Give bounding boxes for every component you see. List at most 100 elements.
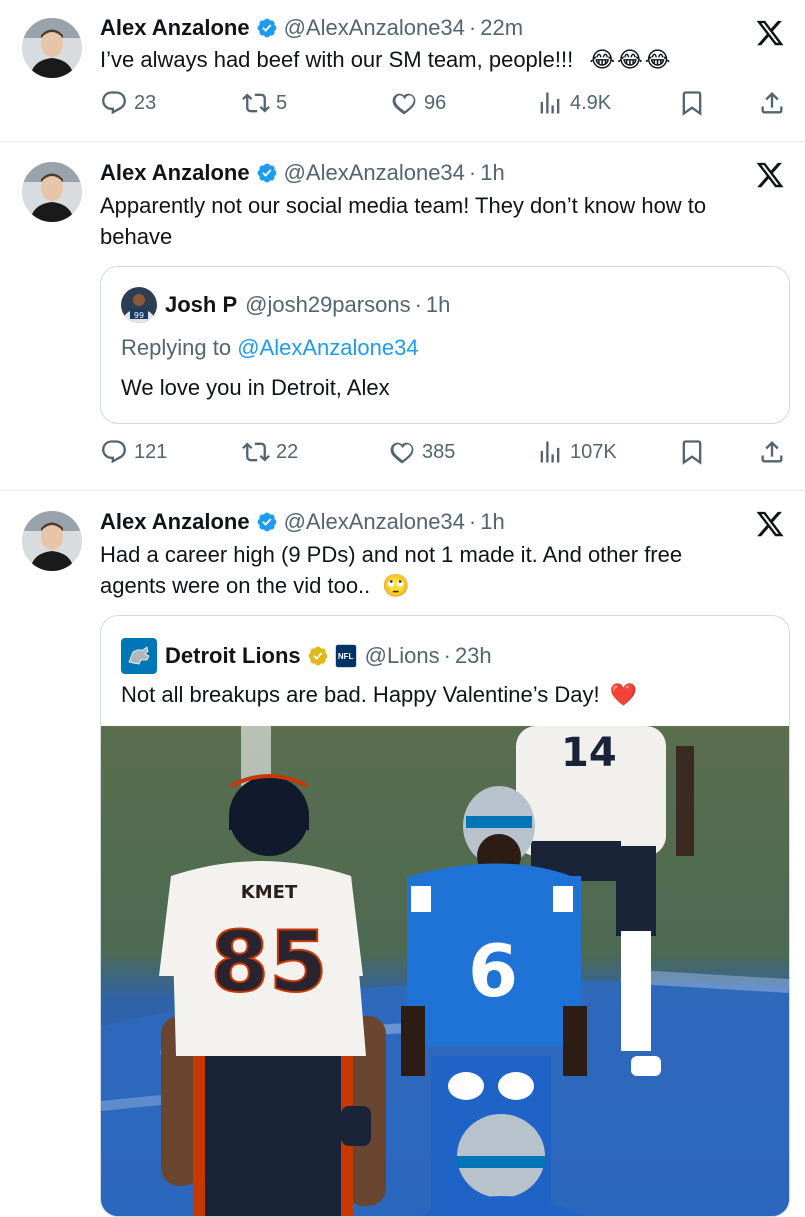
repost-count: 22 (276, 440, 299, 463)
like-count: 385 (422, 440, 456, 463)
reply-button[interactable]: 23 (100, 88, 156, 118)
avatar[interactable] (22, 162, 82, 222)
chicago-jersey-number: 85 (211, 913, 328, 1011)
share-icon (761, 92, 783, 114)
author-name[interactable]: Alex Anzalone (100, 508, 250, 536)
verified-badge-icon (257, 512, 276, 532)
replying-label: Replying to (121, 335, 232, 360)
tweet-2[interactable]: Alex Anzalone @AlexAnzalone34 · 1h Appar… (0, 142, 805, 490)
views-button[interactable]: 107K (536, 437, 617, 467)
detroit-jersey-number: 6 (468, 929, 518, 1013)
timestamp[interactable]: 1h (480, 159, 504, 187)
separator-dot: · (468, 160, 477, 185)
tweet-text-line: Apparently not our social media team! Th… (100, 193, 707, 218)
author-handle[interactable]: @AlexAnzalone34 (284, 159, 465, 187)
replying-to: Replying to @AlexAnzalone34 (121, 333, 419, 363)
author-name[interactable]: Alex Anzalone (100, 14, 250, 42)
tweet-text: Had a career high (9 PDs) and not 1 made… (100, 539, 790, 601)
quote-timestamp: 23h (454, 643, 492, 668)
separator-dot: · (443, 643, 451, 668)
tweet-header: Alex Anzalone @AlexAnzalone34 · 1h (100, 508, 505, 536)
tweet-text-line-2: agents were on the vid too.. 🙄 (100, 570, 790, 601)
views-icon (540, 441, 560, 463)
reply-icon (102, 440, 126, 464)
author-handle[interactable]: @AlexAnzalone34 (284, 14, 465, 42)
laughing-emoji: 😂😂😂 (589, 47, 673, 72)
avatar[interactable] (22, 18, 82, 78)
x-logo-icon (756, 511, 784, 537)
repost-button[interactable]: 22 (242, 437, 298, 467)
action-bar: 23 5 96 4.9K (100, 88, 790, 118)
share-icon (761, 441, 783, 463)
views-count: 107K (570, 440, 617, 463)
action-bar: 121 22 385 107K (100, 437, 790, 467)
bookmark-icon (682, 440, 702, 465)
views-button[interactable]: 4.9K (536, 88, 611, 118)
share-button[interactable] (758, 437, 786, 467)
repost-count: 5 (276, 91, 288, 114)
like-icon (392, 93, 416, 115)
tweet-text: I’ve always had beef with our SM team, p… (100, 44, 790, 75)
quote-timestamp: 1h (425, 292, 451, 317)
like-button[interactable]: 96 (390, 88, 446, 118)
eye-roll-emoji: 🙄 (382, 573, 410, 598)
tweet-text-body: I’ve always had beef with our SM team, p… (100, 47, 574, 72)
tweet-header: Alex Anzalone @AlexAnzalone34 · 22m (100, 14, 523, 42)
avatar-jersey-number: 99 (134, 311, 144, 320)
bookmark-button[interactable] (678, 88, 706, 118)
tweet-text: Apparently not our social media team! Th… (100, 190, 790, 252)
author-name[interactable]: Alex Anzalone (100, 159, 250, 187)
tweet-1[interactable]: Alex Anzalone @AlexAnzalone34 · 22m I’ve… (0, 0, 805, 140)
reply-icon (102, 91, 126, 115)
quote-text-row: Not all breakups are bad. Happy Valentin… (121, 680, 637, 710)
football-scene-image: 14 KMET 85 6 (101, 726, 789, 1216)
separator-dot: · (468, 15, 477, 40)
heart-emoji: ❤️ (609, 682, 638, 707)
verified-badge-icon (257, 163, 276, 183)
verified-gold-badge-icon (308, 646, 328, 666)
tweet-3[interactable]: Alex Anzalone @AlexAnzalone34 · 1h Had a… (0, 491, 805, 1217)
quoted-tweet[interactable]: 99 Josh P @josh29parsons · 1h Replying t… (100, 266, 790, 424)
share-button[interactable] (758, 88, 786, 118)
quoted-tweet[interactable]: Detroit Lions NFL @Lions · 23h Not all b… (100, 615, 790, 1217)
quote-author-handle[interactable]: @Lions (365, 643, 440, 669)
avatar[interactable] (22, 511, 82, 571)
repost-icon (242, 442, 270, 462)
background-jersey-number: 14 (561, 730, 617, 776)
quote-avatar[interactable]: 99 (121, 287, 157, 323)
timestamp[interactable]: 22m (480, 14, 523, 42)
quote-header: Detroit Lions NFL @Lions · 23h (121, 638, 492, 674)
author-handle[interactable]: @AlexAnzalone34 (284, 508, 465, 536)
reply-count: 121 (134, 440, 168, 463)
tweet-text-line: agents were on the vid too.. (100, 573, 371, 598)
repost-icon (242, 93, 270, 113)
views-icon (540, 92, 560, 114)
bookmark-button[interactable] (678, 437, 706, 467)
like-count: 96 (424, 91, 447, 114)
quote-header: 99 Josh P @josh29parsons · 1h (121, 287, 450, 323)
tweet-text-line: Had a career high (9 PDs) and not 1 made… (100, 542, 683, 567)
like-button[interactable]: 385 (388, 437, 455, 467)
chicago-jersey-name: KMET (241, 882, 298, 903)
tweet-text-line: behave (100, 224, 173, 249)
timestamp[interactable]: 1h (480, 508, 504, 536)
separator-dot: · (468, 509, 477, 534)
repost-button[interactable]: 5 (242, 88, 287, 118)
lions-logo-avatar[interactable] (121, 638, 157, 674)
x-logo-icon (756, 162, 784, 188)
separator-dot: · (414, 292, 422, 317)
quote-media-video[interactable]: 14 KMET 85 6 (101, 726, 789, 1216)
replying-handle-link[interactable]: @AlexAnzalone34 (237, 335, 418, 360)
tweet-header: Alex Anzalone @AlexAnzalone34 · 1h (100, 159, 505, 187)
nfl-badge: NFL (334, 644, 357, 668)
bookmark-icon (682, 91, 702, 116)
reply-button[interactable]: 121 (100, 437, 167, 467)
quote-author-handle[interactable]: @josh29parsons (245, 292, 410, 318)
like-icon (390, 442, 414, 464)
quote-text: Not all breakups are bad. Happy Valentin… (121, 682, 600, 707)
views-count: 4.9K (570, 91, 612, 114)
verified-badge-icon (257, 18, 276, 38)
quote-author-name[interactable]: Detroit Lions (165, 643, 301, 669)
quote-author-name[interactable]: Josh P (165, 292, 237, 318)
quote-text: We love you in Detroit, Alex (121, 375, 390, 400)
